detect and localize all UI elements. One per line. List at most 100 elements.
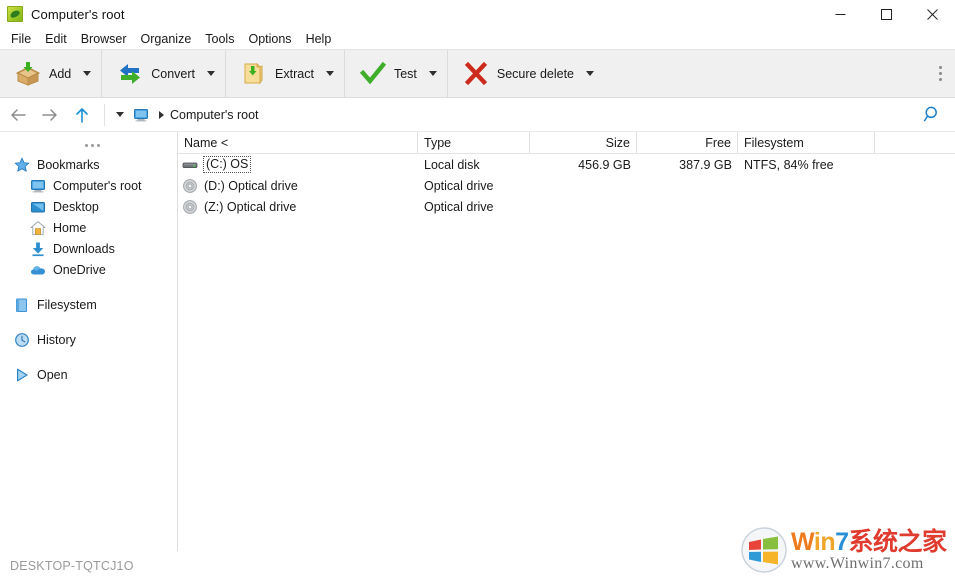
computer-monitor-icon bbox=[133, 107, 149, 123]
column-header-name[interactable]: Name < bbox=[178, 132, 418, 153]
sidebar-item-onedrive[interactable]: OneDrive bbox=[0, 259, 177, 280]
column-header-type[interactable]: Type bbox=[418, 132, 530, 153]
sidebar-label: Downloads bbox=[53, 241, 115, 256]
column-header-filler bbox=[875, 132, 955, 153]
desktop-icon bbox=[30, 199, 46, 215]
sidebar-label: Open bbox=[37, 367, 68, 382]
convert-button-label: Convert bbox=[151, 66, 196, 81]
toolbar-group-secure-delete: Secure delete bbox=[448, 50, 604, 97]
window-title: Computer's root bbox=[31, 6, 125, 22]
extract-dropdown-arrow[interactable] bbox=[320, 54, 340, 94]
table-row[interactable]: (C:) OS Local disk 456.9 GB 387.9 GB NTF… bbox=[178, 154, 955, 175]
sidebar-label: Home bbox=[53, 220, 87, 235]
cell-name[interactable]: (Z:) Optical drive bbox=[178, 196, 418, 217]
back-button[interactable] bbox=[4, 101, 32, 129]
sidebar-item-open[interactable]: Open bbox=[0, 364, 177, 385]
cell-size bbox=[530, 196, 637, 217]
column-header-filesystem[interactable]: Filesystem bbox=[738, 132, 875, 153]
sidebar-item-downloads[interactable]: Downloads bbox=[0, 238, 177, 259]
column-header-size[interactable]: Size bbox=[530, 132, 637, 153]
add-button[interactable]: Add bbox=[8, 54, 77, 94]
sidebar-label: Computer's root bbox=[53, 178, 142, 193]
convert-dropdown-arrow[interactable] bbox=[201, 54, 221, 94]
sidebar-label: Desktop bbox=[53, 199, 99, 214]
test-dropdown-arrow[interactable] bbox=[423, 54, 443, 94]
menu-tools[interactable]: Tools bbox=[198, 29, 241, 49]
cell-type: Local disk bbox=[424, 157, 480, 172]
toolbar-overflow-icon bbox=[938, 66, 942, 81]
test-button-label: Test bbox=[393, 66, 417, 81]
forward-button[interactable] bbox=[36, 101, 64, 129]
optical-disc-icon bbox=[182, 178, 198, 194]
secure-delete-button-label: Secure delete bbox=[496, 66, 575, 81]
star-icon bbox=[14, 157, 30, 173]
extract-button[interactable]: Extract bbox=[234, 54, 320, 94]
column-header-free[interactable]: Free bbox=[637, 132, 738, 153]
menu-bar: File Edit Browser Organize Tools Options… bbox=[0, 28, 955, 50]
chevron-down-icon bbox=[116, 112, 124, 117]
cell-filesystem bbox=[738, 175, 875, 196]
table-row[interactable]: (Z:) Optical drive Optical drive bbox=[178, 196, 955, 217]
menu-browser[interactable]: Browser bbox=[74, 29, 134, 49]
up-button[interactable] bbox=[68, 101, 96, 129]
sidebar-overflow-button[interactable] bbox=[0, 136, 177, 154]
sidebar-item-desktop[interactable]: Desktop bbox=[0, 196, 177, 217]
add-dropdown-arrow[interactable] bbox=[77, 54, 97, 94]
cell-filesystem bbox=[738, 196, 875, 217]
toolbar-group-add: Add bbox=[0, 50, 103, 97]
menu-organize[interactable]: Organize bbox=[134, 29, 199, 49]
sidebar-item-computers-root[interactable]: Computer's root bbox=[0, 175, 177, 196]
cell-type: Optical drive bbox=[424, 199, 494, 214]
title-bar: Computer's root bbox=[0, 0, 955, 28]
test-button[interactable]: Test bbox=[353, 54, 423, 94]
add-button-label: Add bbox=[49, 66, 72, 81]
toolbar-group-extract: Extract bbox=[226, 50, 345, 97]
sidebar-label: Filesystem bbox=[37, 297, 97, 312]
breadcrumb-root[interactable] bbox=[129, 105, 153, 125]
minimize-button[interactable] bbox=[817, 0, 863, 28]
home-icon bbox=[30, 220, 46, 236]
menu-options[interactable]: Options bbox=[241, 29, 298, 49]
main-toolbar: Add Convert Extract Test Secure delete bbox=[0, 50, 955, 98]
toolbar-overflow-button[interactable] bbox=[929, 50, 951, 97]
computer-monitor-icon bbox=[30, 178, 46, 194]
check-mark-icon bbox=[359, 60, 387, 88]
extract-folder-icon bbox=[240, 60, 268, 88]
peazip-icon bbox=[7, 6, 23, 22]
address-history-dropdown[interactable] bbox=[111, 103, 129, 127]
clock-icon bbox=[14, 332, 30, 348]
menu-help[interactable]: Help bbox=[299, 29, 339, 49]
file-list-header: Name < Type Size Free Filesystem bbox=[178, 132, 955, 154]
sidebar-item-filesystem[interactable]: Filesystem bbox=[0, 294, 177, 315]
sidebar-item-history[interactable]: History bbox=[0, 329, 177, 350]
search-icon bbox=[923, 106, 937, 122]
sidebar-label: Bookmarks bbox=[37, 157, 100, 172]
sidebar-item-home[interactable]: Home bbox=[0, 217, 177, 238]
cell-free bbox=[637, 175, 738, 196]
menu-edit[interactable]: Edit bbox=[38, 29, 74, 49]
sidebar-item-bookmarks[interactable]: Bookmarks bbox=[0, 154, 177, 175]
filesystem-book-icon bbox=[14, 297, 30, 313]
toolbar-group-test: Test bbox=[345, 50, 448, 97]
search-button[interactable] bbox=[917, 98, 947, 131]
cell-name[interactable]: (C:) OS bbox=[178, 154, 418, 175]
cell-name[interactable]: (D:) Optical drive bbox=[178, 175, 418, 196]
convert-arrows-icon bbox=[116, 60, 144, 88]
optical-disc-icon bbox=[182, 199, 198, 215]
secure-delete-dropdown-arrow[interactable] bbox=[580, 54, 600, 94]
table-row[interactable]: (D:) Optical drive Optical drive bbox=[178, 175, 955, 196]
menu-file[interactable]: File bbox=[4, 29, 38, 49]
peazip-window: Computer's root File Edit Browser Organi… bbox=[0, 0, 955, 581]
sidebar-label: OneDrive bbox=[53, 262, 106, 277]
window-controls bbox=[817, 0, 955, 28]
close-button[interactable] bbox=[909, 0, 955, 28]
main-body: Bookmarks Computer's root Desktop Home D… bbox=[0, 132, 955, 551]
cell-type: Optical drive bbox=[424, 178, 494, 193]
address-separator bbox=[104, 103, 105, 126]
cell-free: 387.9 GB bbox=[679, 157, 732, 172]
secure-delete-button[interactable]: Secure delete bbox=[456, 54, 580, 94]
chevron-down-icon bbox=[207, 71, 216, 76]
maximize-button[interactable] bbox=[863, 0, 909, 28]
breadcrumb-path[interactable]: Computer's root bbox=[170, 108, 259, 122]
convert-button[interactable]: Convert bbox=[110, 54, 201, 94]
